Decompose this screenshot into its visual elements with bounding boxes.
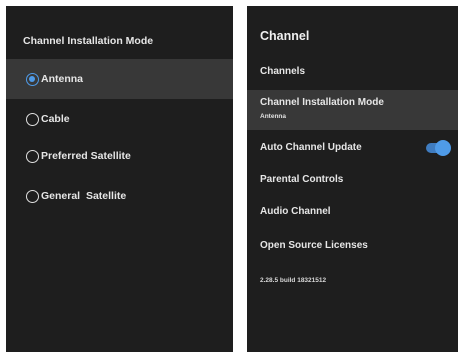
menu-item-sublabel: Antenna <box>260 113 286 120</box>
option-label: Preferred Satellite <box>41 150 131 162</box>
channel-settings-panel: Channel Channels Channel Installation Mo… <box>247 6 458 352</box>
option-label: General Satellite <box>41 190 127 202</box>
menu-item-channels[interactable]: Channels <box>247 58 458 86</box>
menu-item-label: Auto Channel Update <box>260 142 362 153</box>
option-antenna[interactable]: Antenna <box>6 59 233 99</box>
option-label: Antenna <box>41 73 83 85</box>
menu-item-label: Audio Channel <box>260 206 331 217</box>
version-text: 2.28.5 build 18321512 <box>260 277 327 284</box>
menu-item-auto-channel-update[interactable]: Auto Channel Update <box>247 134 458 162</box>
menu-item-label: Open Source Licenses <box>260 240 368 251</box>
radio-unselected-icon <box>26 112 39 126</box>
option-general-satellite[interactable]: General Satellite <box>6 176 233 216</box>
menu-item-label: Parental Controls <box>260 174 344 185</box>
radio-unselected-icon <box>26 149 39 163</box>
installation-mode-title: Channel Installation Mode <box>23 35 154 47</box>
menu-item-channel-installation-mode[interactable]: Channel Installation Mode Antenna <box>247 90 458 130</box>
radio-unselected-icon <box>26 189 39 203</box>
toggle-knob-icon <box>435 140 451 156</box>
menu-item-open-source-licenses[interactable]: Open Source Licenses <box>247 232 458 260</box>
menu-item-audio-channel[interactable]: Audio Channel <box>247 198 458 226</box>
option-cable[interactable]: Cable <box>6 99 233 139</box>
menu-item-label: Channels <box>260 66 306 77</box>
installation-mode-panel: Channel Installation Mode Antenna Cable … <box>6 6 233 352</box>
option-preferred-satellite[interactable]: Preferred Satellite <box>6 136 233 176</box>
menu-item-label: Channel Installation Mode <box>260 97 384 108</box>
auto-update-toggle[interactable] <box>426 140 451 156</box>
radio-selected-icon <box>26 72 39 86</box>
option-label: Cable <box>41 113 70 125</box>
channel-title: Channel <box>260 29 310 43</box>
menu-item-parental-controls[interactable]: Parental Controls <box>247 166 458 194</box>
